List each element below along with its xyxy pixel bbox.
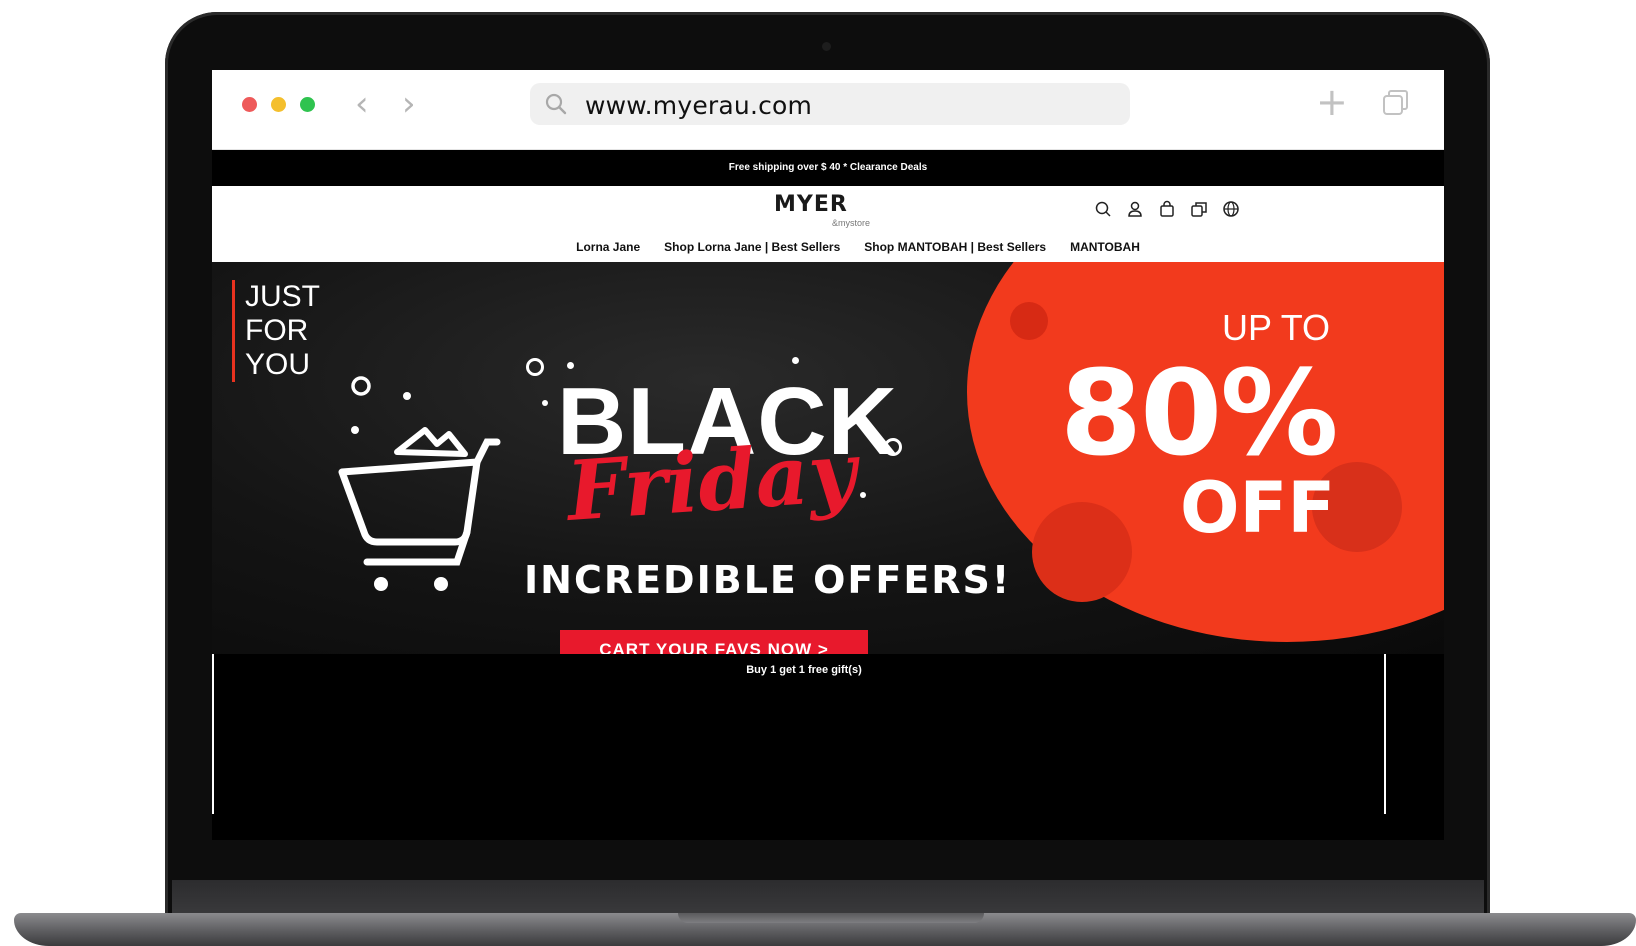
- shopping-cart-icon: [338, 376, 501, 591]
- nav-item-lorna-jane[interactable]: Lorna Jane: [576, 232, 640, 262]
- decor-dot: [542, 400, 548, 406]
- off-text: OFF: [1180, 467, 1336, 549]
- you-text: YOU: [245, 348, 311, 381]
- tabs-overview-icon[interactable]: [1380, 88, 1410, 118]
- logo-subtext: &mystore: [832, 218, 871, 228]
- decor-bubble: [1010, 302, 1048, 340]
- new-tab-plus-icon[interactable]: +: [1316, 83, 1348, 121]
- up-to-text: UP TO: [1222, 307, 1331, 348]
- compare-icon[interactable]: [1190, 200, 1208, 218]
- forward-arrow-icon[interactable]: ›: [402, 86, 416, 122]
- browser-toolbar: ‹ › www.myerau.com +: [212, 70, 1444, 150]
- discount-percent: 80%: [1060, 344, 1338, 482]
- category-nav: Lorna Jane Shop Lorna Jane | Best Seller…: [212, 232, 1444, 262]
- globe-icon[interactable]: [1222, 200, 1240, 218]
- back-arrow-icon[interactable]: ‹: [355, 86, 369, 122]
- search-icon: [545, 93, 567, 115]
- promo-bar[interactable]: Free shipping over $ 40 * Clearance Deal…: [212, 150, 1444, 186]
- divider: [1384, 654, 1386, 814]
- just-for-you-tag: JUST FOR YOU: [232, 280, 320, 382]
- myer-logo[interactable]: MYER &mystore: [774, 192, 884, 230]
- search-icon[interactable]: [1094, 200, 1112, 218]
- address-bar[interactable]: www.myerau.com: [530, 83, 1130, 125]
- bag-icon[interactable]: [1158, 200, 1176, 218]
- header-icons: [1094, 200, 1240, 218]
- close-window-button[interactable]: [242, 97, 257, 112]
- laptop-chin: [172, 880, 1484, 916]
- nav-item-mantobah[interactable]: MANTOBAH: [1070, 232, 1140, 262]
- for-text: FOR: [245, 314, 309, 347]
- cart-your-favs-button[interactable]: CART YOUR FAVS NOW >: [560, 630, 868, 654]
- laptop-screen: ‹ › www.myerau.com + Free shipping over …: [212, 70, 1444, 840]
- camera-icon: [822, 42, 831, 51]
- gift-offer-text[interactable]: Buy 1 get 1 free gift(s): [212, 664, 1396, 676]
- laptop-mockup: ‹ › www.myerau.com + Free shipping over …: [0, 0, 1636, 946]
- minimize-window-button[interactable]: [271, 97, 286, 112]
- logo-text: MYER: [774, 192, 848, 217]
- website: Free shipping over $ 40 * Clearance Deal…: [212, 150, 1444, 840]
- decor-dot: [792, 357, 799, 364]
- nav-item-lorna-jane-best-sellers[interactable]: Shop Lorna Jane | Best Sellers: [664, 232, 840, 262]
- black-friday-banner[interactable]: JUST FOR YOU BLACK Friday INCREDIBLE OFF…: [212, 262, 1444, 654]
- decor-ring: [526, 358, 544, 376]
- friday-title: Friday: [564, 424, 860, 540]
- nav-item-mantobah-best-sellers[interactable]: Shop MANTOBAH | Best Sellers: [864, 232, 1046, 262]
- maximize-window-button[interactable]: [300, 97, 315, 112]
- below-banner-area: Buy 1 get 1 free gift(s): [212, 654, 1444, 840]
- url-text[interactable]: www.myerau.com: [585, 91, 812, 120]
- decor-dot: [860, 492, 866, 498]
- user-icon[interactable]: [1126, 200, 1144, 218]
- decor-bubble: [1032, 502, 1132, 602]
- divider: [212, 654, 214, 814]
- just-text: JUST: [245, 280, 320, 313]
- laptop-notch: [678, 913, 984, 923]
- site-header: MYER &mystore: [212, 186, 1444, 232]
- incredible-offers-text: INCREDIBLE OFFERS!: [524, 558, 1012, 602]
